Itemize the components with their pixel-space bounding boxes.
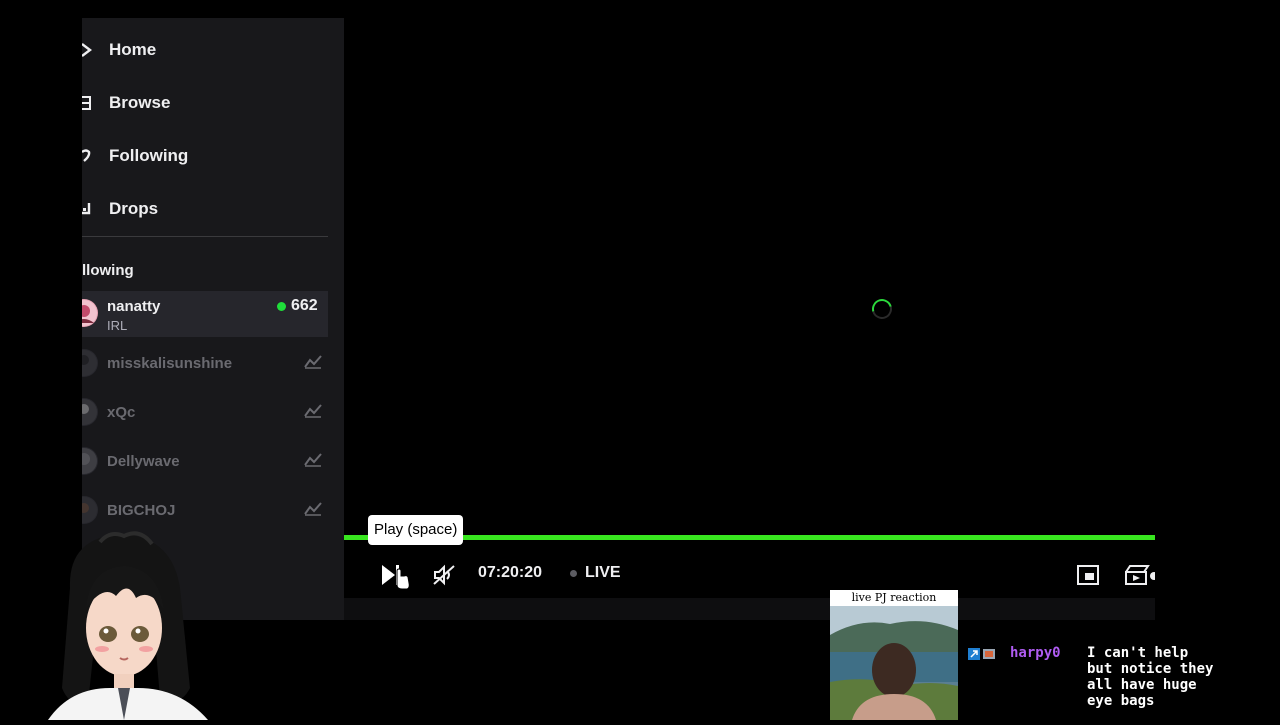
nav-drops-label: Drops bbox=[109, 199, 159, 218]
channel-nanatty[interactable]: nanatty IRL 662 bbox=[82, 291, 328, 337]
drops-icon bbox=[82, 200, 94, 218]
avatar bbox=[82, 447, 98, 475]
avatar bbox=[82, 349, 98, 377]
webcam-title: live PJ reaction bbox=[830, 590, 958, 606]
channel-dellywave[interactable]: Dellywave bbox=[82, 439, 328, 485]
offline-icon bbox=[304, 453, 322, 467]
miniplayer-button[interactable] bbox=[1077, 565, 1099, 585]
channel-name: BIGCHOJ bbox=[107, 502, 176, 519]
nav-following[interactable]: Following bbox=[82, 136, 332, 176]
nav-home-label: Home bbox=[109, 40, 157, 59]
muted-speaker-icon bbox=[433, 564, 455, 586]
offline-icon bbox=[304, 404, 322, 418]
following-section-title: llowing bbox=[82, 262, 134, 279]
chat-badges bbox=[968, 648, 996, 664]
play-tooltip: Play (space) bbox=[368, 515, 464, 545]
reaction-webcam-overlay: live PJ reaction bbox=[830, 590, 958, 720]
play-icon bbox=[382, 565, 410, 590]
video-player[interactable] bbox=[344, 18, 1155, 598]
avatar bbox=[82, 398, 98, 426]
nav-following-label: Following bbox=[109, 146, 189, 165]
clip-button[interactable] bbox=[1124, 564, 1155, 586]
viewer-count: 662 bbox=[291, 297, 318, 314]
mute-button[interactable] bbox=[432, 563, 456, 587]
nav-browse[interactable]: Browse bbox=[82, 83, 332, 123]
channel-name: xQc bbox=[107, 404, 136, 421]
home-icon bbox=[82, 41, 94, 59]
nav-home[interactable]: Home bbox=[82, 30, 332, 70]
play-button[interactable] bbox=[380, 561, 410, 591]
channel-name: nanatty bbox=[107, 298, 161, 315]
live-indicator-icon bbox=[277, 302, 286, 311]
chat-username[interactable]: harpy0 bbox=[1010, 645, 1061, 661]
heart-icon bbox=[82, 147, 94, 165]
channel-misskalisunshine[interactable]: misskalisunshine bbox=[82, 341, 328, 387]
seek-bar[interactable] bbox=[344, 535, 1155, 540]
live-label[interactable]: LIVE bbox=[585, 564, 621, 582]
loading-spinner-icon bbox=[868, 295, 896, 323]
offline-icon bbox=[304, 355, 322, 369]
twitch-app-window: Home Browse Following Drops llowing nana… bbox=[82, 18, 1155, 620]
nav-drops[interactable]: Drops bbox=[82, 189, 332, 229]
browse-icon bbox=[82, 94, 94, 112]
chat-text: I can't help but notice they all have hu… bbox=[1087, 645, 1214, 709]
nav-browse-label: Browse bbox=[109, 93, 171, 112]
vtuber-avatar-image bbox=[40, 528, 220, 720]
avatar bbox=[82, 299, 98, 327]
stream-uptime: 07:20:20 bbox=[478, 564, 543, 581]
clip-icon bbox=[1125, 565, 1155, 585]
sidebar-divider bbox=[82, 236, 328, 237]
live-status-dot-icon bbox=[570, 570, 577, 577]
miniplayer-icon bbox=[1077, 565, 1099, 585]
avatar bbox=[82, 496, 98, 524]
channel-category: IRL bbox=[107, 318, 128, 333]
channel-name: Dellywave bbox=[107, 453, 180, 470]
offline-icon bbox=[304, 502, 322, 516]
channel-xqc[interactable]: xQc bbox=[82, 390, 328, 436]
webcam-image bbox=[830, 590, 958, 720]
channel-name: misskalisunshine bbox=[107, 355, 233, 372]
